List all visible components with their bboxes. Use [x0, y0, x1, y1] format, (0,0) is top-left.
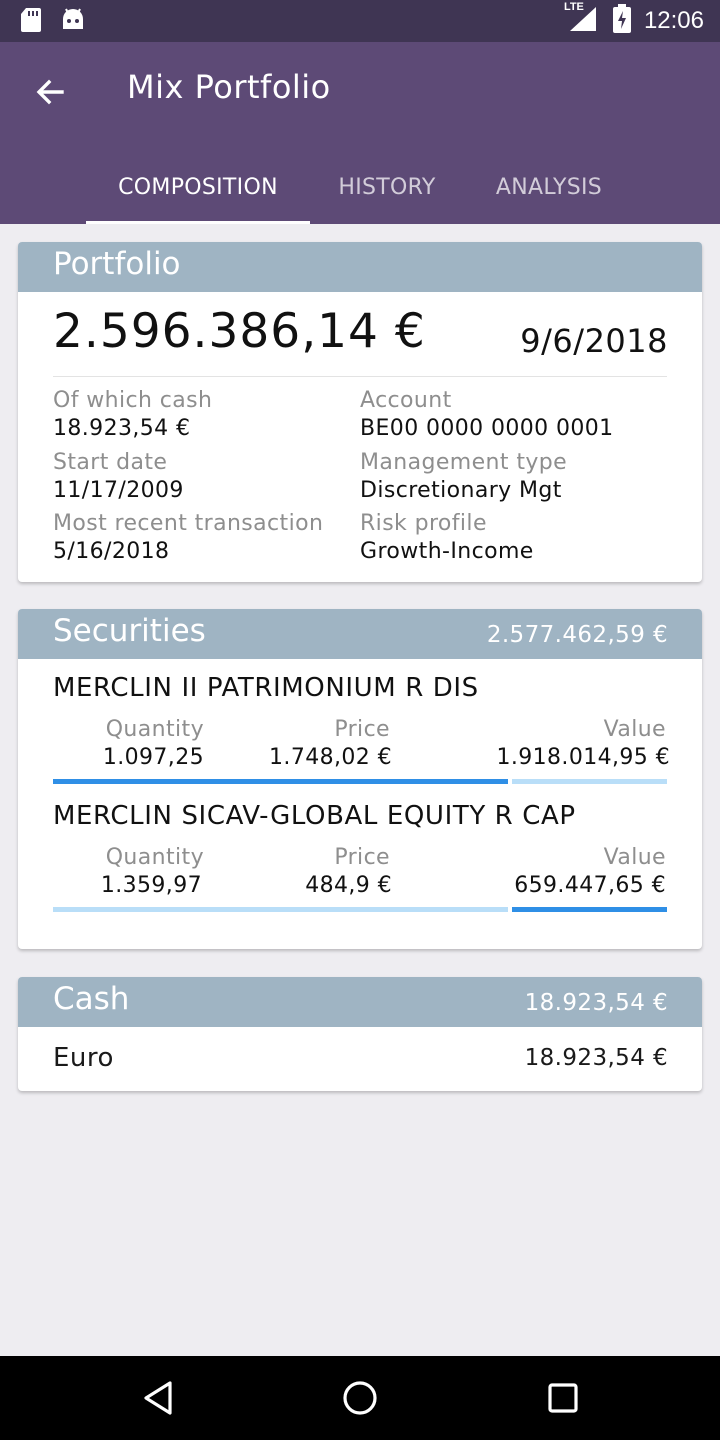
back-triangle-icon	[144, 1381, 172, 1415]
cash-currency-value: 18.923,54 €	[524, 1045, 668, 1071]
detail-account: Account BE00 0000 0000 0001	[360, 388, 614, 441]
tab-analysis[interactable]: ANALYSIS	[478, 150, 620, 224]
allocation-bar-rest	[53, 907, 508, 912]
quantity-value: 1.097,25	[102, 745, 204, 770]
detail-value: BE00 0000 0000 0001	[360, 416, 614, 441]
status-bar: LTE 12:06	[0, 0, 720, 42]
detail-risk-profile: Risk profile Growth-Income	[360, 511, 534, 564]
tab-composition[interactable]: COMPOSITION	[86, 150, 310, 224]
back-button[interactable]	[28, 70, 72, 114]
value-value: 659.447,65 €	[514, 873, 666, 898]
tab-indicator	[86, 221, 310, 224]
detail-recent-transaction: Most recent transaction 5/16/2018	[53, 511, 323, 564]
portfolio-total-value: 2.596.386,14 €	[53, 304, 426, 359]
securities-card: Securities 2.577.462,59 € MERCLIN II PAT…	[18, 609, 702, 949]
price-value: 1.748,02 €	[269, 745, 392, 770]
detail-value: 11/17/2009	[53, 478, 184, 503]
android-icon	[60, 7, 86, 37]
quantity-value: 1.359,97	[100, 873, 202, 898]
divider	[53, 376, 667, 377]
detail-management-type: Management type Discretionary Mgt	[360, 450, 567, 503]
detail-label: Of which cash	[53, 388, 213, 413]
cash-card-header: Cash 18.923,54 €	[18, 977, 702, 1027]
detail-value: Discretionary Mgt	[360, 478, 562, 503]
securities-card-header: Securities 2.577.462,59 €	[18, 609, 702, 659]
page-title: Mix Portfolio	[127, 68, 331, 106]
price-label: Price	[334, 845, 390, 870]
security-name: MERCLIN II PATRIMONIUM R DIS	[53, 673, 479, 703]
cash-currency-name: Euro	[53, 1043, 114, 1073]
battery-charging-icon	[612, 4, 632, 38]
portfolio-card: Portfolio 2.596.386,14 € 9/6/2018 Of whi…	[18, 242, 702, 582]
detail-value: 18.923,54 €	[53, 416, 191, 441]
price-label: Price	[334, 717, 390, 742]
app-bar: Mix Portfolio COMPOSITION HISTORY ANALYS…	[0, 42, 720, 224]
detail-label: Risk profile	[360, 511, 487, 536]
allocation-bar-filled	[53, 779, 508, 784]
security-name: MERCLIN SICAV-GLOBAL EQUITY R CAP	[53, 801, 576, 831]
detail-start-date: Start date 11/17/2009	[53, 450, 184, 503]
securities-total: 2.577.462,59 €	[486, 622, 668, 648]
arrow-back-icon	[36, 79, 64, 105]
nav-back-button[interactable]	[136, 1376, 180, 1420]
home-circle-icon	[343, 1381, 377, 1415]
detail-label: Management type	[360, 450, 568, 475]
nav-recents-button[interactable]	[541, 1376, 585, 1420]
cash-card: Cash 18.923,54 € Euro 18.923,54 €	[18, 977, 702, 1091]
price-value: 484,9 €	[305, 873, 392, 898]
quantity-label: Quantity	[105, 717, 204, 742]
recents-square-icon	[548, 1383, 578, 1413]
allocation-bar-filled	[511, 907, 667, 912]
detail-label: Account	[360, 388, 452, 413]
securities-header: Securities	[53, 613, 206, 649]
portfolio-card-header: Portfolio	[18, 242, 702, 292]
network-label: LTE	[563, 1, 584, 13]
quantity-label: Quantity	[105, 845, 204, 870]
system-nav-bar	[0, 1356, 720, 1440]
cash-header: Cash	[53, 981, 130, 1017]
value-label: Value	[603, 845, 666, 870]
tab-bar: COMPOSITION HISTORY ANALYSIS	[0, 150, 720, 224]
signal-icon: LTE	[564, 1, 600, 37]
clock: 12:06	[643, 7, 704, 34]
cash-total: 18.923,54 €	[524, 990, 668, 1016]
tab-history[interactable]: HISTORY	[320, 150, 454, 224]
value-label: Value	[603, 717, 666, 742]
security-item[interactable]: MERCLIN SICAV-GLOBAL EQUITY R CAP Quanti…	[18, 787, 702, 913]
security-item[interactable]: MERCLIN II PATRIMONIUM R DIS Quantity Pr…	[18, 659, 702, 785]
sd-card-icon	[20, 7, 42, 37]
value-value: 1.918.014,95 €	[496, 745, 670, 770]
detail-value: 5/16/2018	[53, 539, 170, 564]
portfolio-header: Portfolio	[53, 246, 181, 282]
allocation-bar-rest	[511, 779, 667, 784]
detail-label: Start date	[53, 450, 168, 475]
detail-cash: Of which cash 18.923,54 €	[53, 388, 212, 441]
detail-label: Most recent transaction	[53, 511, 324, 536]
detail-value: Growth-Income	[360, 539, 534, 564]
portfolio-date: 9/6/2018	[520, 322, 668, 360]
nav-home-button[interactable]	[338, 1376, 382, 1420]
